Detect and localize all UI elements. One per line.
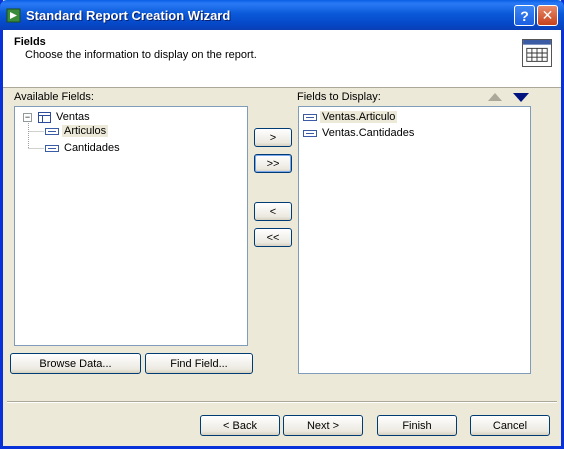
fields-to-display-label: Fields to Display: <box>297 91 381 103</box>
field-name: Ventas.Articulo <box>320 111 398 123</box>
available-fields-list[interactable]: − Ventas Articulos Cantidades <box>14 106 248 346</box>
field-icon <box>303 129 317 137</box>
page-subtitle: Choose the information to display on the… <box>25 49 257 61</box>
move-up-icon[interactable] <box>488 93 502 101</box>
field-name: Articulos <box>62 125 109 137</box>
cancel-button[interactable]: Cancel <box>470 415 550 436</box>
finish-button[interactable]: Finish <box>377 415 457 436</box>
browse-data-button[interactable]: Browse Data... <box>10 353 141 374</box>
back-button[interactable]: < Back <box>200 415 280 436</box>
fields-to-display-list[interactable]: Ventas.Articulo Ventas.Cantidades <box>298 106 531 374</box>
field-name: Cantidades <box>64 142 120 154</box>
find-field-button[interactable]: Find Field... <box>145 353 253 374</box>
field-icon <box>303 113 317 121</box>
remove-all-fields-button[interactable]: << <box>254 228 292 247</box>
display-field-ventas-articulo[interactable]: Ventas.Articulo <box>303 109 398 125</box>
field-name: Ventas.Cantidades <box>322 127 415 139</box>
window-title: Standard Report Creation Wizard <box>26 8 231 23</box>
report-fields-icon <box>522 39 552 67</box>
page-title: Fields <box>14 36 46 48</box>
wizard-header: Fields Choose the information to display… <box>3 30 561 88</box>
add-all-fields-button[interactable]: >> <box>254 154 292 173</box>
available-fields-label: Available Fields: <box>14 91 94 103</box>
footer-divider <box>7 401 557 403</box>
app-icon <box>6 8 21 23</box>
next-button[interactable]: Next > <box>283 415 363 436</box>
remove-field-button[interactable]: < <box>254 202 292 221</box>
help-button[interactable]: ? <box>514 5 535 26</box>
display-field-ventas-cantidades[interactable]: Ventas.Cantidades <box>303 125 414 141</box>
tree-node-articulos[interactable]: Articulos <box>45 123 109 139</box>
wizard-window: Standard Report Creation Wizard ? ✕ Fiel… <box>0 0 564 449</box>
field-icon <box>45 127 59 135</box>
table-icon <box>38 111 51 123</box>
close-button[interactable]: ✕ <box>537 5 558 26</box>
move-down-icon[interactable] <box>513 93 529 102</box>
table-name: Ventas <box>56 111 90 123</box>
tree-node-cantidades[interactable]: Cantidades <box>45 140 120 156</box>
title-bar[interactable]: Standard Report Creation Wizard ? ✕ <box>0 0 564 30</box>
add-field-button[interactable]: > <box>254 128 292 147</box>
field-icon <box>45 144 59 152</box>
collapse-icon[interactable]: − <box>23 112 32 122</box>
